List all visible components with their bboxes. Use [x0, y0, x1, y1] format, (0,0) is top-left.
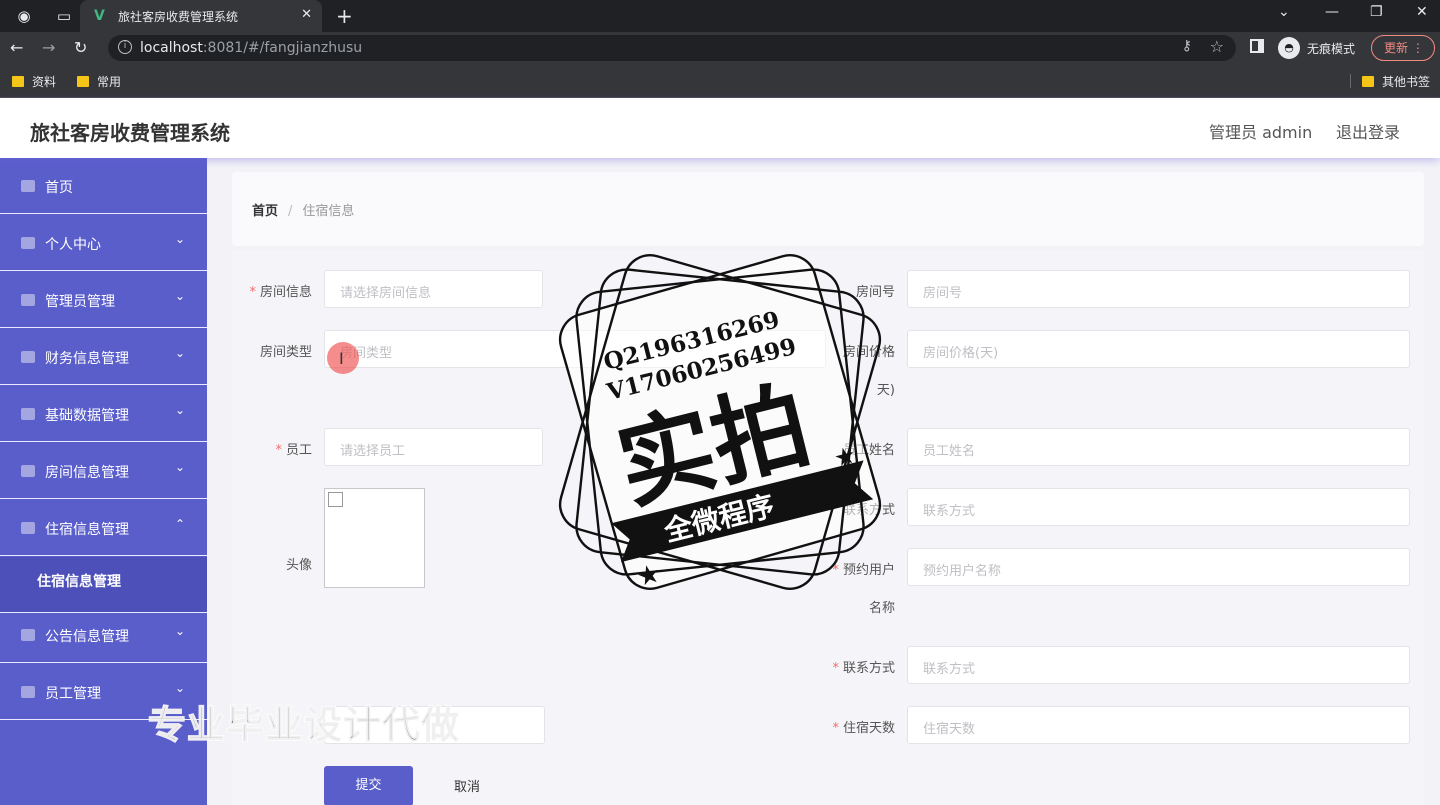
window-icon[interactable]: ▭ — [54, 6, 74, 26]
minimize-icon[interactable]: — — [1325, 4, 1339, 20]
contact-input[interactable]: 联系方式 — [907, 488, 1410, 526]
list-icon — [21, 294, 35, 306]
staff-select[interactable]: 请选择员工 — [324, 428, 543, 466]
sidebar-item-notice[interactable]: 公告信息管理 ⌄ — [0, 607, 207, 663]
folder-icon — [1362, 76, 1374, 87]
chevron-down-icon: ⌄ — [175, 624, 186, 638]
bookmark-folder-2[interactable]: 常用 — [77, 73, 121, 90]
room-type-label: 房间类型 — [259, 345, 312, 360]
other-bookmarks[interactable]: 其他书签 — [1362, 73, 1430, 90]
mail-icon — [21, 522, 35, 534]
side-panel-icon[interactable] — [1250, 39, 1264, 53]
browser-tab[interactable]: V 旅社客房收费管理系统 ✕ — [80, 0, 322, 32]
chevron-down-icon: ⌄ — [175, 460, 186, 474]
tab-search-icon[interactable]: ⌄ — [1278, 4, 1290, 20]
vue-logo-icon: V — [94, 8, 105, 24]
bookmark-star-icon[interactable]: ☆ — [1210, 37, 1224, 56]
sidebar-item-base-data[interactable]: 基础数据管理 ⌄ — [0, 386, 207, 442]
site-info-icon[interactable]: i — [118, 40, 132, 54]
reload-icon[interactable]: ↻ — [74, 38, 87, 57]
cancel-button[interactable]: 取消 — [434, 766, 500, 805]
booker-name-input[interactable]: 预约用户名称 — [907, 548, 1410, 586]
home-icon — [21, 180, 35, 192]
booker-contact-input[interactable]: 联系方式 — [907, 646, 1410, 684]
avatar-label: 头像 — [285, 558, 312, 573]
folder-icon — [12, 76, 24, 87]
image-placeholder-icon — [328, 492, 343, 507]
database-icon — [21, 408, 35, 420]
room-info-label: * 房间信息 — [249, 285, 312, 300]
logout-link[interactable]: 退出登录 — [1336, 119, 1400, 143]
chevron-down-icon: ⌄ — [175, 232, 186, 246]
chevron-down-icon: ⌄ — [175, 289, 186, 303]
room-no-input[interactable]: 房间号 — [907, 270, 1410, 308]
breadcrumb-home[interactable]: 首页 — [252, 204, 278, 219]
breadcrumb: 首页 / 住宿信息 — [252, 204, 355, 219]
sidebar-item-room-info[interactable]: 房间信息管理 ⌄ — [0, 443, 207, 499]
chart-icon — [21, 686, 35, 698]
incognito-icon[interactable]: ◓ — [1278, 37, 1300, 59]
sidebar-subitem-stay-info[interactable]: 住宿信息管理 — [0, 557, 207, 613]
breadcrumb-current: 住宿信息 — [302, 204, 355, 219]
user-icon — [21, 237, 35, 249]
admin-label: 管理员 admin — [1209, 123, 1313, 142]
sidebar-item-home[interactable]: 首页 — [0, 158, 207, 214]
bookmark-folder-1[interactable]: 资料 — [12, 73, 56, 90]
bookmark-separator — [1350, 74, 1351, 88]
staff-name-input[interactable]: 员工姓名 — [907, 428, 1410, 466]
url-text[interactable]: localhost:8081/#/fangjianzhusu — [140, 40, 362, 56]
key-icon[interactable]: ⚷ — [1182, 38, 1192, 54]
stay-days-label: * 住宿天数 — [832, 721, 895, 736]
app-header: 旅社客房收费管理系统 管理员 admin 退出登录 — [0, 98, 1440, 158]
bookmarks-bar: 资料 常用 其他书签 — [0, 64, 1440, 98]
address-bar[interactable]: i localhost:8081/#/fangjianzhusu ⚷ ☆ — [108, 35, 1236, 61]
tab-title: 旅社客房收费管理系统 — [118, 10, 239, 24]
sidebar-item-finance[interactable]: 财务信息管理 ⌄ — [0, 329, 207, 385]
new-tab-icon[interactable]: + — [336, 4, 353, 28]
folder-icon — [77, 76, 89, 87]
chevron-down-icon: ⌄ — [175, 681, 186, 695]
update-button[interactable]: 更新 ⋮ — [1371, 35, 1435, 61]
room-icon — [21, 465, 35, 477]
incognito-label: 无痕模式 — [1307, 42, 1356, 56]
finance-icon — [21, 351, 35, 363]
room-info-select[interactable]: 请选择房间信息 — [324, 270, 543, 308]
close-tab-icon[interactable]: ✕ — [301, 7, 312, 22]
stamp-watermark: Q2196316269 V17060256499 实拍 全微程序 ★ ★ — [558, 254, 882, 593]
booker-contact-label: * 联系方式 — [832, 661, 895, 676]
chevron-down-icon: ⌄ — [175, 346, 186, 360]
staff-label: * 员工 — [275, 443, 312, 458]
stay-days-input[interactable]: 住宿天数 — [907, 706, 1410, 744]
notice-icon — [21, 629, 35, 641]
room-price-input[interactable]: 房间价格(天) — [907, 330, 1410, 368]
overlay-watermark: 专业毕业设计代做 — [147, 702, 461, 748]
globe-icon[interactable]: ◉ — [14, 6, 34, 26]
sidebar-item-admin-management[interactable]: 管理员管理 ⌄ — [0, 272, 207, 328]
restore-icon[interactable]: ❐ — [1370, 4, 1383, 20]
browser-toolbar: ← → ↻ i localhost:8081/#/fangjianzhusu ⚷… — [0, 32, 1440, 64]
chevron-down-icon: ⌄ — [175, 403, 186, 417]
forward-icon[interactable]: → — [42, 38, 55, 57]
sidebar-item-stay-info[interactable]: 住宿信息管理 ⌃ — [0, 500, 207, 556]
sidebar-item-personal-center[interactable]: 个人中心 ⌄ — [0, 215, 207, 271]
app-title: 旅社客房收费管理系统 — [30, 121, 230, 145]
back-icon[interactable]: ← — [10, 38, 23, 57]
close-window-icon[interactable]: ✕ — [1416, 4, 1428, 20]
chevron-up-icon: ⌃ — [175, 517, 186, 531]
browser-tab-bar: ◉ ▭ V 旅社客房收费管理系统 ✕ + ⌄ — ❐ ✕ — [0, 0, 1440, 32]
submit-button[interactable]: 提交 — [324, 766, 413, 805]
avatar-image[interactable] — [324, 488, 425, 588]
text-cursor-icon: I — [339, 349, 344, 368]
